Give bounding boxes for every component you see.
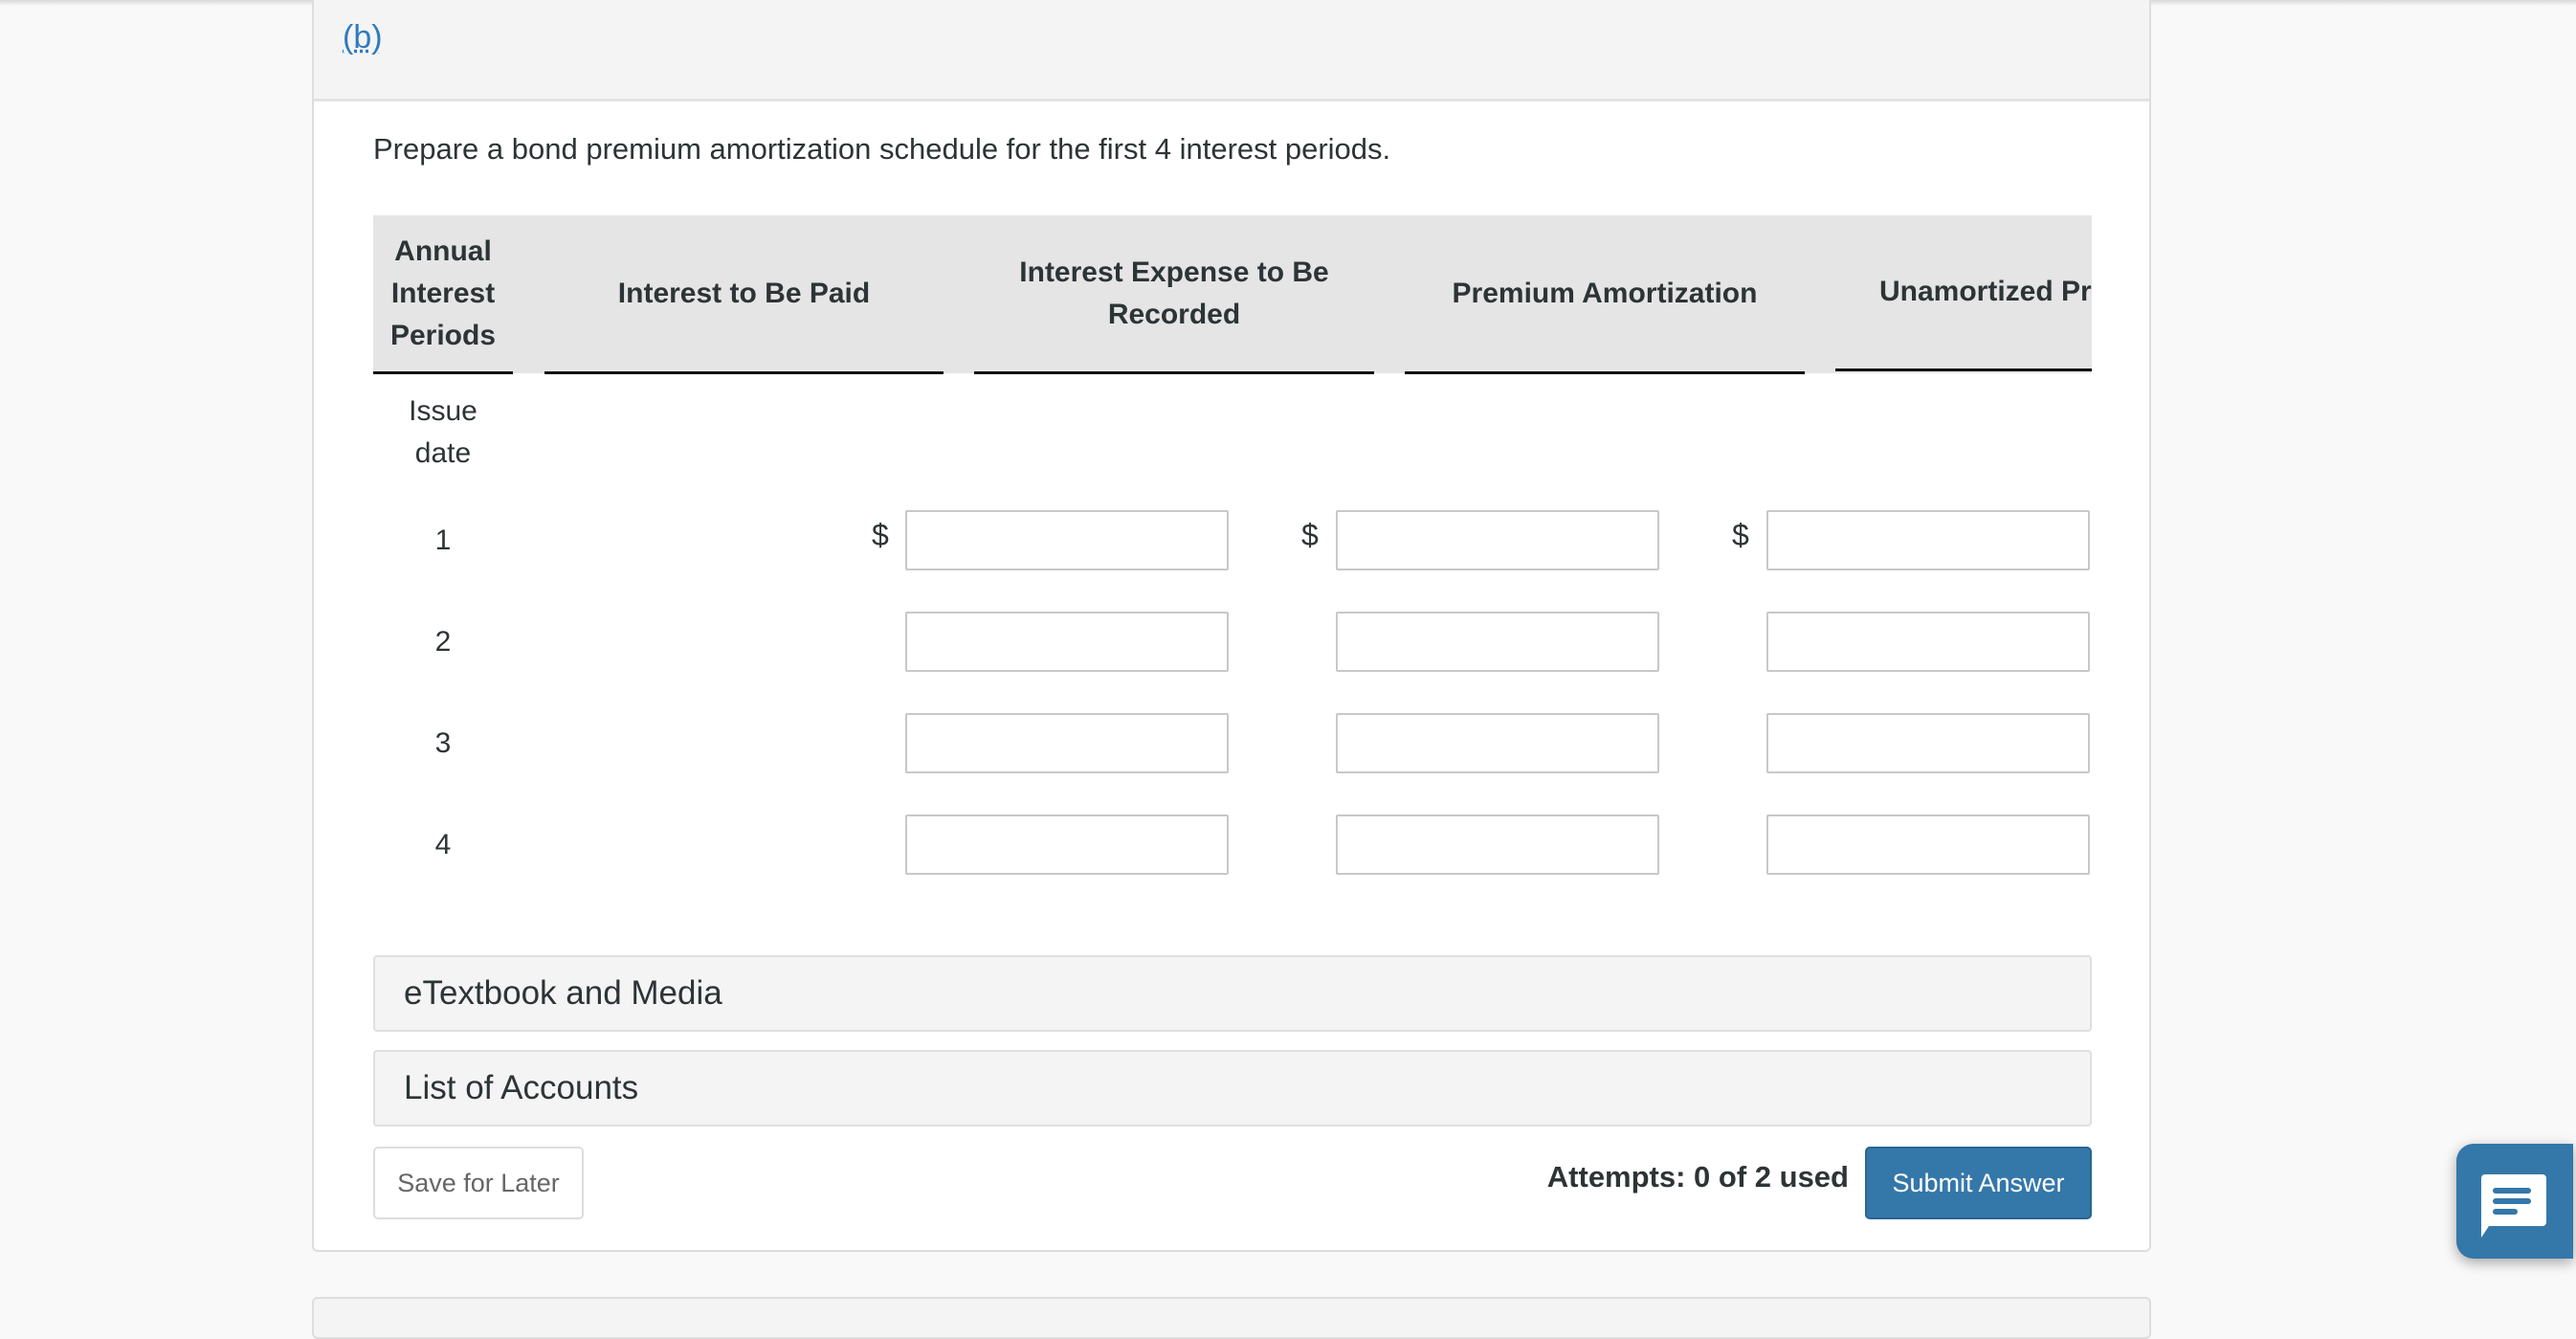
header-line: Recorded (1107, 298, 1241, 330)
attempts-counter: Attempts: 0 of 2 used (1546, 1160, 1849, 1194)
chat-bubble-icon (2481, 1174, 2546, 1238)
question-panel: (b) Prepare a bond premium amortization … (312, 0, 2151, 1252)
header-line: Annual (394, 234, 492, 267)
row4-interest-paid-input[interactable] (905, 815, 1229, 875)
row2-premium-amortization-input[interactable] (1766, 612, 2090, 672)
list-of-accounts-accordion[interactable]: List of Accounts (373, 1050, 2092, 1127)
question-prompt: Prepare a bond premium amortization sche… (373, 132, 1391, 166)
row4-premium-amortization-input[interactable] (1766, 815, 2090, 875)
row3-premium-amortization-input[interactable] (1766, 713, 2090, 773)
header-interest-expense: Interest Expense to Be Recorded (974, 215, 1374, 374)
row3-interest-paid-input[interactable] (905, 713, 1229, 773)
row2-interest-paid-input[interactable] (905, 612, 1229, 672)
header-unamortized-premium: Unamortized Pr (1835, 215, 2092, 371)
row1-interest-expense-input[interactable] (1336, 510, 1659, 570)
row-label-3: 3 (434, 727, 452, 759)
dollar-sign: $ (1732, 518, 1749, 552)
header-line: Periods (389, 319, 497, 351)
header-line: Interest (390, 277, 496, 309)
etextbook-media-accordion[interactable]: eTextbook and Media (373, 955, 2092, 1032)
part-b-link[interactable]: (b) (343, 19, 383, 56)
amortization-table: Annual Interest Periods Interest to Be P… (373, 215, 2092, 904)
row4-interest-expense-input[interactable] (1336, 815, 1659, 875)
row1-premium-amortization-input[interactable] (1766, 510, 2090, 570)
row-label-2: 2 (434, 626, 452, 658)
save-for-later-button[interactable]: Save for Later (373, 1147, 584, 1219)
panel-header: (b) (314, 0, 2149, 101)
row-label-4: 4 (434, 829, 452, 860)
row3-interest-expense-input[interactable] (1336, 713, 1659, 773)
next-question-panel (312, 1297, 2151, 1339)
header-interest-to-be-paid: Interest to Be Paid (544, 215, 944, 374)
row-label-line: date (414, 437, 472, 469)
header-line: Interest Expense to Be (1019, 256, 1329, 288)
header-annual-interest-periods: Annual Interest Periods (373, 215, 513, 374)
row-label-line: Issue (409, 395, 477, 427)
header-premium-amortization: Premium Amortization (1405, 215, 1805, 374)
row-label-issue-date: Issue date (373, 391, 513, 475)
row1-interest-paid-input[interactable] (905, 510, 1229, 570)
row-label-1: 1 (434, 524, 452, 556)
submit-answer-button[interactable]: Submit Answer (1865, 1147, 2092, 1219)
dollar-sign: $ (872, 518, 889, 552)
row2-interest-expense-input[interactable] (1336, 612, 1659, 672)
dollar-sign: $ (1301, 518, 1319, 552)
chat-button[interactable] (2456, 1144, 2573, 1259)
